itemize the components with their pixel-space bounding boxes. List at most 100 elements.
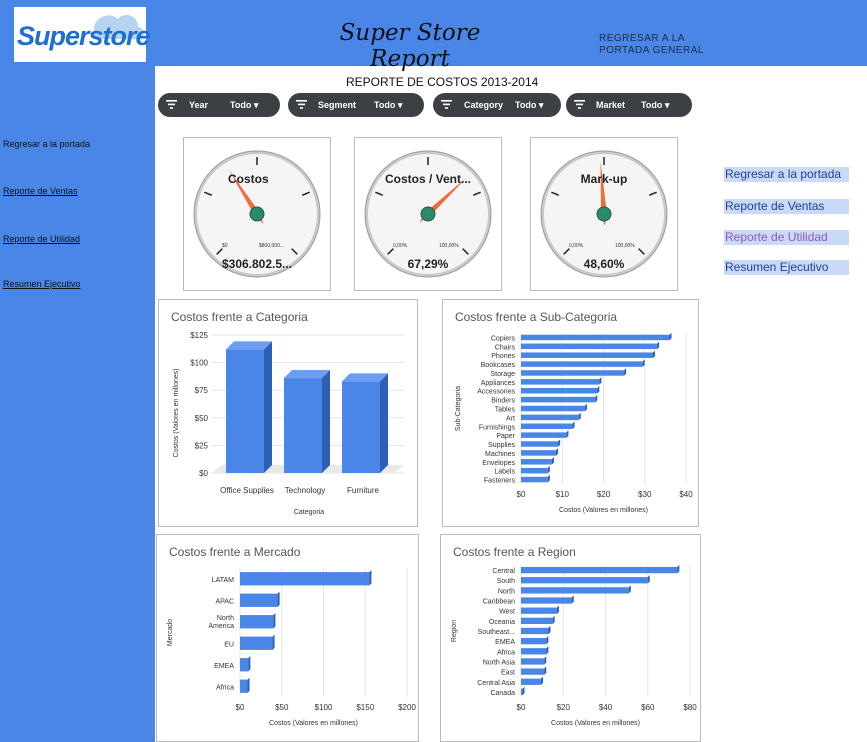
bar-side	[380, 373, 388, 473]
chart-region: Costos frente a Region $0 $20 $40 $60 $80 Cen…	[440, 534, 701, 742]
x-tick-label: $60	[641, 703, 655, 712]
bar-side	[669, 332, 672, 341]
bar-side	[546, 636, 549, 645]
y-tick-label: Envelopes	[482, 460, 515, 467]
x-tick-label: $50	[275, 703, 289, 712]
gauge-label: Costos / Vent...	[385, 172, 471, 186]
x-tick-label: $20	[597, 490, 611, 499]
y-tick-label: $100	[190, 359, 208, 368]
chart-region-svg: $0 $20 $40 $60 $80 Central South North Caribbean…	[451, 564, 697, 727]
bar	[521, 361, 643, 367]
bar	[521, 396, 596, 403]
filter-segment[interactable]: Segment Todo ▾	[288, 93, 424, 117]
bar-side	[522, 686, 525, 696]
header-return-link[interactable]: REGRESAR A LA PORTADA GENERAL	[599, 33, 719, 57]
y-tick-label: North Asia	[483, 659, 515, 666]
bar	[521, 607, 557, 614]
y-axis-label: Sub-Categoria	[455, 386, 462, 431]
gauge-value: 48,60%	[584, 257, 625, 271]
sidebar-item-utilidad[interactable]: Reporte de Utilidad	[3, 234, 80, 244]
bar-side	[547, 474, 550, 483]
bar	[521, 597, 572, 604]
y-tick-label: EMEA	[214, 663, 234, 670]
bar	[521, 566, 678, 574]
filter-value: Todo ▾	[230, 100, 259, 110]
filter-category[interactable]: Category Todo ▾	[433, 93, 561, 117]
right-link-portada[interactable]: Regresar a la portada	[724, 167, 849, 182]
y-tick-label: $25	[195, 441, 209, 450]
y-tick-label: $50	[195, 414, 209, 423]
filter-market[interactable]: Market Todo ▾	[566, 93, 692, 117]
bar-side	[322, 370, 330, 473]
x-tick-label: Furniture	[347, 486, 380, 495]
y-tick-label: Art	[506, 415, 515, 422]
bar	[240, 615, 274, 629]
bar-side	[597, 385, 600, 394]
report-title: Super Store Report	[339, 20, 481, 72]
gauge-max: $800.000...	[259, 243, 284, 249]
bar-side	[572, 421, 575, 430]
bar	[521, 423, 573, 430]
bar-side	[248, 656, 251, 672]
gauge-hub	[420, 206, 436, 222]
chart-categoria-svg: $0 $25 $50 $75 $100 $125 Office Supplies Techno…	[173, 331, 404, 516]
caret-down-icon: ▾	[253, 100, 259, 110]
x-tick-label: $20	[557, 703, 571, 712]
y-tick-label: $125	[190, 331, 208, 340]
bar-side	[247, 677, 250, 693]
page-title: REPORTE DE COSTOS 2013-2014	[346, 75, 539, 89]
bar-side	[628, 585, 631, 594]
caret-down-icon: ▾	[397, 100, 403, 110]
x-tick-label: $200	[398, 703, 416, 712]
gauge-max: 100,00%	[615, 243, 635, 249]
superstore-logo[interactable]: Superstore	[14, 7, 151, 62]
gauge-value: 67,29%	[408, 257, 449, 271]
y-tick-label: West	[499, 609, 515, 616]
gauge-min: 0,00%	[569, 243, 584, 249]
bar-side	[264, 341, 272, 473]
bar-side	[544, 666, 547, 675]
bar	[521, 379, 600, 385]
filter-label: Market	[596, 100, 626, 110]
y-tick-label: Binders	[491, 398, 515, 405]
right-link-ventas[interactable]: Reporte de Ventas	[724, 199, 849, 214]
gauge-svg: Costos $0 $800.000... $306.802.5...	[193, 150, 321, 278]
bar	[521, 627, 549, 635]
y-tick-label: Tables	[495, 407, 516, 414]
bar	[521, 476, 548, 483]
x-tick-label: $40	[679, 490, 693, 499]
bar	[521, 668, 545, 675]
bar-side	[541, 676, 544, 685]
bar	[521, 678, 542, 685]
y-tick-label: Appliances	[481, 380, 516, 387]
chart-subcategoria-svg: $0 $10 $20 $30 $40 Copiers Chairs Phones Bookcas…	[455, 332, 693, 514]
y-tick-label: Machines	[485, 451, 515, 458]
sidebar-item-ventas[interactable]: Reporte de Ventas	[3, 186, 78, 196]
bar	[521, 387, 598, 394]
bar-side	[599, 377, 602, 385]
header-return-link-line1: REGRESAR A LA	[599, 33, 685, 44]
filter-year[interactable]: Year Todo ▾	[158, 93, 280, 117]
gauge-costos: Costos $0 $800.000... $306.802.5...	[183, 137, 331, 291]
bar	[240, 679, 248, 693]
y-tick-label: Oceania	[489, 619, 515, 626]
chart-mercado-svg: $0 $50 $100 $150 $200 LATAM APAC NorthAmerica EU…	[167, 568, 416, 727]
x-tick-label: $100	[315, 703, 333, 712]
x-tick-label: $150	[356, 703, 374, 712]
sidebar-item-portada[interactable]: Regresar a la portada	[3, 139, 90, 149]
right-link-resumen[interactable]: Resumen Ejecutivo	[724, 260, 849, 275]
y-tick-label: East	[501, 670, 515, 677]
bar	[521, 638, 547, 645]
y-tick-label: Central	[492, 568, 515, 575]
x-axis-label: Categoria	[294, 509, 324, 516]
y-tick-label: Southeast...	[478, 629, 515, 636]
y-tick-label: $0	[199, 469, 208, 478]
bar	[521, 467, 548, 474]
filter-value: Todo ▾	[641, 100, 670, 110]
right-link-utilidad[interactable]: Reporte de Utilidad	[724, 230, 849, 245]
y-tick-label: Caribbean	[483, 599, 515, 606]
y-tick-label: $75	[195, 386, 209, 395]
bar	[521, 334, 670, 341]
bar-side	[653, 350, 655, 358]
sidebar-item-resumen[interactable]: Resumen Ejecutivo	[3, 279, 81, 289]
